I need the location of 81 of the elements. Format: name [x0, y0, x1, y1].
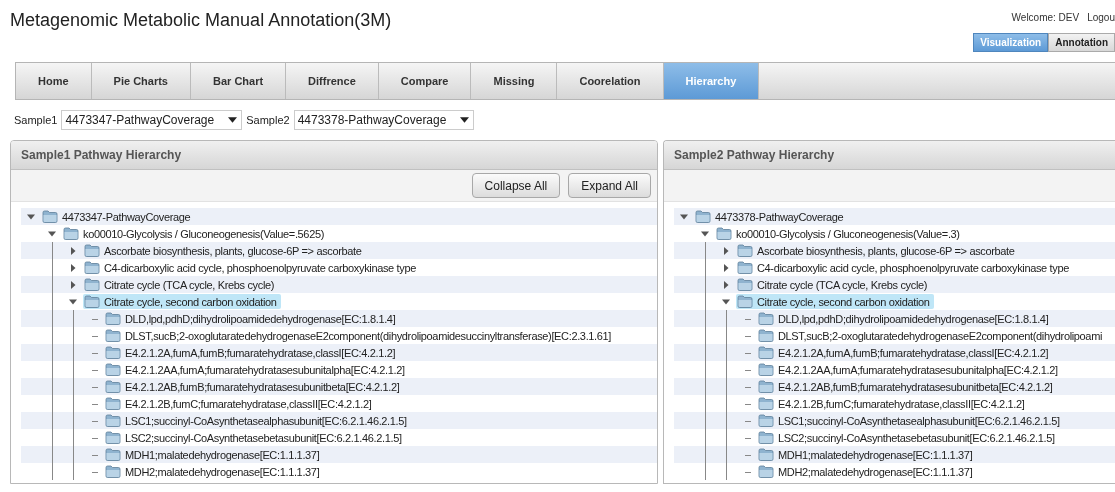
folder-icon	[737, 295, 753, 308]
folder-icon	[84, 278, 100, 291]
caret-right-icon[interactable]	[722, 263, 730, 272]
sample-label: Sample1	[14, 114, 58, 126]
nav-tab[interactable]: Pie Charts	[91, 63, 191, 99]
tree-node[interactable]: E4.2.1.2AA,fumA;fumaratehydratasesubunitalpha[EC:4.2.1.2]	[104, 362, 409, 377]
folder-icon	[758, 414, 774, 427]
tree-node[interactable]: DLST,sucB;2-oxoglutaratedehydrogenaseE2component(dihydrolipoamidesuccinyltransferase)[EC:2.3.1.61]	[104, 328, 616, 343]
caret-down-icon	[228, 117, 238, 123]
folder-icon	[758, 465, 774, 478]
folder-icon	[84, 295, 100, 308]
tree-node[interactable]: Citrate cycle, second carbon oxidation	[736, 294, 934, 309]
folder-icon	[105, 329, 121, 342]
folder-icon	[105, 465, 121, 478]
folder-icon	[42, 210, 58, 223]
folder-icon	[758, 380, 774, 393]
mode-toggle[interactable]: Annotation	[1048, 33, 1115, 52]
folder-icon	[737, 278, 753, 291]
caret-right-icon[interactable]	[69, 246, 77, 255]
folder-icon	[758, 431, 774, 444]
folder-icon	[63, 227, 79, 240]
caret-down-icon[interactable]	[69, 297, 77, 306]
tree-node[interactable]: C4-dicarboxylic acid cycle, phosphoenolpyruvate carboxykinase type	[736, 260, 1073, 275]
tree-node[interactable]: E4.2.1.2B,fumC;fumaratehydratase,classII[EC:4.2.1.2]	[104, 396, 376, 411]
folder-icon	[716, 227, 732, 240]
tree-node[interactable]: ko00010-Glycolysis / Gluconeogenesis(Value=.3)	[715, 226, 964, 241]
nav-tab[interactable]: Bar Chart	[191, 63, 287, 99]
nav-tab[interactable]: Compare	[378, 63, 472, 99]
sample-label: Sample2	[246, 114, 290, 126]
folder-icon	[695, 210, 711, 223]
folder-icon	[105, 431, 121, 444]
tree-node[interactable]: MDH2;malatedehydrogenase[EC:1.1.1.37]	[757, 464, 977, 479]
sample-dropdown[interactable]: 4473378-PathwayCoverage	[293, 110, 475, 130]
logout-link[interactable]: Logou	[1087, 12, 1115, 23]
tree-node[interactable]: ko00010-Glycolysis / Gluconeogenesis(Value=.5625)	[62, 226, 328, 241]
sample-dropdown[interactable]: 4473347-PathwayCoverage	[61, 110, 243, 130]
folder-icon	[758, 329, 774, 342]
panel-header: Sample1 Pathway Hierarchy	[11, 141, 657, 170]
tree-node[interactable]: MDH2;malatedehydrogenase[EC:1.1.1.37]	[104, 464, 324, 479]
folder-icon	[105, 448, 121, 461]
folder-icon	[105, 380, 121, 393]
folder-icon	[105, 346, 121, 359]
folder-icon	[758, 363, 774, 376]
folder-icon	[84, 244, 100, 257]
caret-down-icon[interactable]	[48, 229, 56, 238]
caret-right-icon[interactable]	[69, 280, 77, 289]
folder-icon	[105, 414, 121, 427]
caret-down-icon	[460, 117, 470, 123]
tree-node[interactable]: E4.2.1.2AA,fumA;fumaratehydratasesubunitalpha[EC:4.2.1.2]	[757, 362, 1062, 377]
tree-node[interactable]: C4-dicarboxylic acid cycle, phosphoenolpyruvate carboxykinase type	[83, 260, 420, 275]
folder-icon	[84, 261, 100, 274]
folder-icon	[105, 397, 121, 410]
nav-tab[interactable]: Home	[16, 63, 92, 99]
tree-node[interactable]: Citrate cycle, second carbon oxidation	[83, 294, 281, 309]
folder-icon	[758, 312, 774, 325]
nav-tab[interactable]: Missing	[471, 63, 558, 99]
nav-tab[interactable]: Coorelation	[557, 63, 664, 99]
folder-icon	[105, 312, 121, 325]
caret-down-icon[interactable]	[722, 297, 730, 306]
toolbar-button[interactable]: Collapse All	[471, 173, 561, 198]
app-title: Metagenomic Metabolic Manual Annotation(3M)	[9, 9, 392, 32]
caret-down-icon[interactable]	[27, 212, 35, 221]
tree-node[interactable]: LSC2;succinyl-CoAsynthetasebetasubunit[EC:6.2.1.46.2.1.5]	[757, 430, 1059, 445]
folder-icon	[758, 448, 774, 461]
caret-right-icon[interactable]	[69, 263, 77, 272]
folder-icon	[737, 261, 753, 274]
caret-right-icon[interactable]	[722, 246, 730, 255]
folder-icon	[758, 397, 774, 410]
caret-down-icon[interactable]	[680, 212, 688, 221]
caret-down-icon[interactable]	[701, 229, 709, 238]
nav-tab[interactable]: Diffrence	[286, 63, 379, 99]
toolbar-button[interactable]: Expand All	[568, 173, 651, 198]
welcome-text: Welcome: DEV	[1011, 12, 1080, 23]
tree-node[interactable]: LSC2;succinyl-CoAsynthetasebetasubunit[EC:6.2.1.46.2.1.5]	[104, 430, 406, 445]
panel-header: Sample2 Pathway Hierarchy	[664, 141, 1115, 170]
folder-icon	[758, 346, 774, 359]
tree-node[interactable]: DLST,sucB;2-oxoglutaratedehydrogenaseE2component(dihydrolipoami	[757, 328, 1107, 343]
tree-node[interactable]: E4.2.1.2B,fumC;fumaratehydratase,classII[EC:4.2.1.2]	[757, 396, 1029, 411]
folder-icon	[105, 363, 121, 376]
caret-right-icon[interactable]	[722, 280, 730, 289]
folder-icon	[737, 244, 753, 257]
